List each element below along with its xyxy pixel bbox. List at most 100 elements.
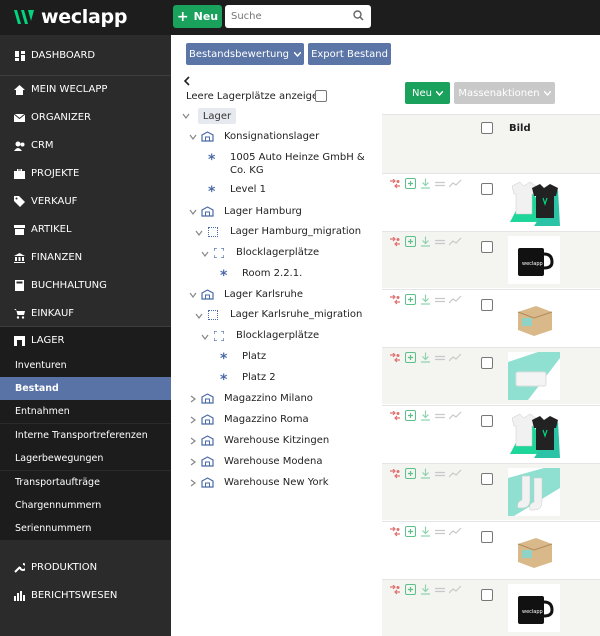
chevron-down-icon[interactable] bbox=[201, 333, 209, 341]
tree-node-label[interactable]: Co. KG bbox=[230, 165, 264, 176]
download-icon[interactable] bbox=[420, 178, 431, 189]
sidebar-item-projekte[interactable]: PROJEKTE bbox=[0, 160, 171, 187]
mug-image[interactable]: weclapp bbox=[508, 584, 560, 632]
sidebar-item-berichtswesen[interactable]: BERICHTSWESEN bbox=[0, 582, 171, 609]
tshirt-image[interactable] bbox=[508, 178, 560, 226]
download-icon[interactable] bbox=[420, 468, 431, 479]
equals-icon[interactable] bbox=[435, 354, 445, 362]
sidebar-sub-transportauftraege[interactable]: Transportaufträge bbox=[0, 471, 171, 494]
sidebar-item-mein-weclapp[interactable]: MEIN WECLAPP bbox=[0, 76, 171, 103]
chevron-down-icon[interactable] bbox=[195, 312, 203, 320]
sidebar-sub-chargennummern[interactable]: Chargennummern bbox=[0, 494, 171, 517]
tree-node-label[interactable]: 1005 Auto Heinze GmbH & bbox=[230, 152, 365, 163]
chevron-down-icon[interactable] bbox=[195, 229, 203, 237]
sidebar-item-finanzen[interactable]: FINANZEN bbox=[0, 244, 171, 271]
trend-icon[interactable] bbox=[449, 179, 462, 188]
equals-icon[interactable] bbox=[435, 296, 445, 304]
table-row[interactable]: weclapp bbox=[382, 231, 600, 288]
sidebar-sub-lagerbewegungen[interactable]: Lagerbewegungen bbox=[0, 447, 171, 470]
download-icon[interactable] bbox=[420, 526, 431, 537]
add-stock-icon[interactable] bbox=[405, 410, 416, 421]
tree-root-lager[interactable]: Lager bbox=[198, 108, 236, 124]
tree-node-label[interactable]: Lager Karlsruhe_migration bbox=[230, 309, 362, 320]
tree-node-label[interactable]: Lager Hamburg bbox=[224, 206, 302, 217]
chevron-right-icon[interactable] bbox=[189, 479, 197, 487]
sidebar-item-dashboard[interactable]: DASHBOARD bbox=[0, 42, 171, 69]
tree-node-label[interactable]: Warehouse New York bbox=[224, 477, 329, 488]
tshirt-image[interactable] bbox=[508, 410, 560, 458]
row-checkbox[interactable] bbox=[481, 473, 493, 485]
trend-icon[interactable] bbox=[449, 585, 462, 594]
chevron-down-icon[interactable] bbox=[189, 291, 197, 299]
sidebar-item-crm[interactable]: CRM bbox=[0, 132, 171, 159]
transfer-icon[interactable] bbox=[389, 584, 401, 595]
select-all-checkbox[interactable] bbox=[481, 122, 493, 134]
transfer-icon[interactable] bbox=[389, 294, 401, 305]
trend-icon[interactable] bbox=[449, 237, 462, 246]
equals-icon[interactable] bbox=[435, 180, 445, 188]
tree-node-label[interactable]: Platz bbox=[242, 351, 266, 362]
table-row[interactable] bbox=[382, 463, 600, 520]
trend-icon[interactable] bbox=[449, 295, 462, 304]
chevron-right-icon[interactable] bbox=[189, 458, 197, 466]
bestandsbewertung-dropdown[interactable]: Bestandsbewertung bbox=[186, 43, 304, 65]
tree-node-label[interactable]: Lager Hamburg_migration bbox=[230, 226, 361, 237]
tree-node-label[interactable]: Level 1 bbox=[230, 184, 266, 195]
add-stock-icon[interactable] bbox=[405, 584, 416, 595]
row-checkbox[interactable] bbox=[481, 299, 493, 311]
sidebar-item-lager[interactable]: LAGER bbox=[0, 327, 171, 354]
new-button[interactable]: + Neu bbox=[173, 5, 222, 28]
row-checkbox[interactable] bbox=[481, 241, 493, 253]
row-checkbox[interactable] bbox=[481, 357, 493, 369]
sidebar-item-einkauf[interactable]: EINKAUF bbox=[0, 300, 171, 327]
mug-image[interactable]: weclapp bbox=[508, 236, 560, 284]
sidebar-sub-bestand[interactable]: Bestand bbox=[0, 377, 171, 400]
row-checkbox[interactable] bbox=[481, 531, 493, 543]
table-row[interactable] bbox=[382, 347, 600, 404]
add-stock-icon[interactable] bbox=[405, 468, 416, 479]
sidebar-sub-entnahmen[interactable]: Entnahmen bbox=[0, 400, 171, 423]
row-checkbox[interactable] bbox=[481, 415, 493, 427]
download-icon[interactable] bbox=[420, 294, 431, 305]
tree-node-label[interactable]: Warehouse Modena bbox=[224, 456, 322, 467]
transfer-icon[interactable] bbox=[389, 526, 401, 537]
sidebar-sub-interne-transportreferenzen[interactable]: Interne Transportreferenzen bbox=[0, 424, 171, 447]
tree-node-label[interactable]: Konsignationslager bbox=[224, 131, 319, 142]
weclapp-logo[interactable]: weclapp bbox=[12, 6, 127, 28]
table-row[interactable] bbox=[382, 173, 600, 230]
equals-icon[interactable] bbox=[435, 470, 445, 478]
equals-icon[interactable] bbox=[435, 586, 445, 594]
sidebar-item-organizer[interactable]: ORGANIZER bbox=[0, 104, 171, 131]
transfer-icon[interactable] bbox=[389, 410, 401, 421]
tree-node-label[interactable]: Platz 2 bbox=[242, 372, 276, 383]
transfer-icon[interactable] bbox=[389, 178, 401, 189]
chevron-down-icon[interactable] bbox=[189, 208, 197, 216]
download-icon[interactable] bbox=[420, 584, 431, 595]
sidebar-sub-seriennummern[interactable]: Seriennummern bbox=[0, 517, 171, 540]
socks-image[interactable] bbox=[508, 468, 560, 516]
chevron-right-icon[interactable] bbox=[189, 395, 197, 403]
trend-icon[interactable] bbox=[449, 411, 462, 420]
chevron-right-icon[interactable] bbox=[189, 437, 197, 445]
equals-icon[interactable] bbox=[435, 528, 445, 536]
list-new-button[interactable]: Neu bbox=[405, 82, 450, 104]
transfer-icon[interactable] bbox=[389, 236, 401, 247]
table-row[interactable]: weclapp bbox=[382, 579, 600, 636]
download-icon[interactable] bbox=[420, 410, 431, 421]
transfer-icon[interactable] bbox=[389, 352, 401, 363]
trend-icon[interactable] bbox=[449, 469, 462, 478]
tree-node-label[interactable]: Magazzino Milano bbox=[224, 393, 313, 404]
row-checkbox[interactable] bbox=[481, 589, 493, 601]
chevron-down-icon[interactable] bbox=[182, 112, 190, 120]
sidebar-sub-inventuren[interactable]: Inventuren bbox=[0, 354, 171, 377]
chevron-down-icon[interactable] bbox=[201, 250, 209, 258]
add-stock-icon[interactable] bbox=[405, 352, 416, 363]
box-image[interactable] bbox=[508, 294, 560, 342]
add-stock-icon[interactable] bbox=[405, 236, 416, 247]
tree-node-label[interactable]: Room 2.2.1. bbox=[242, 268, 302, 279]
tree-node-label[interactable]: Warehouse Kitzingen bbox=[224, 435, 329, 446]
chevron-down-icon[interactable] bbox=[189, 133, 197, 141]
tree-node-label[interactable]: Blocklagerplätze bbox=[236, 330, 319, 341]
sidebar-item-verkauf[interactable]: VERKAUF bbox=[0, 188, 171, 215]
table-row[interactable] bbox=[382, 521, 600, 578]
